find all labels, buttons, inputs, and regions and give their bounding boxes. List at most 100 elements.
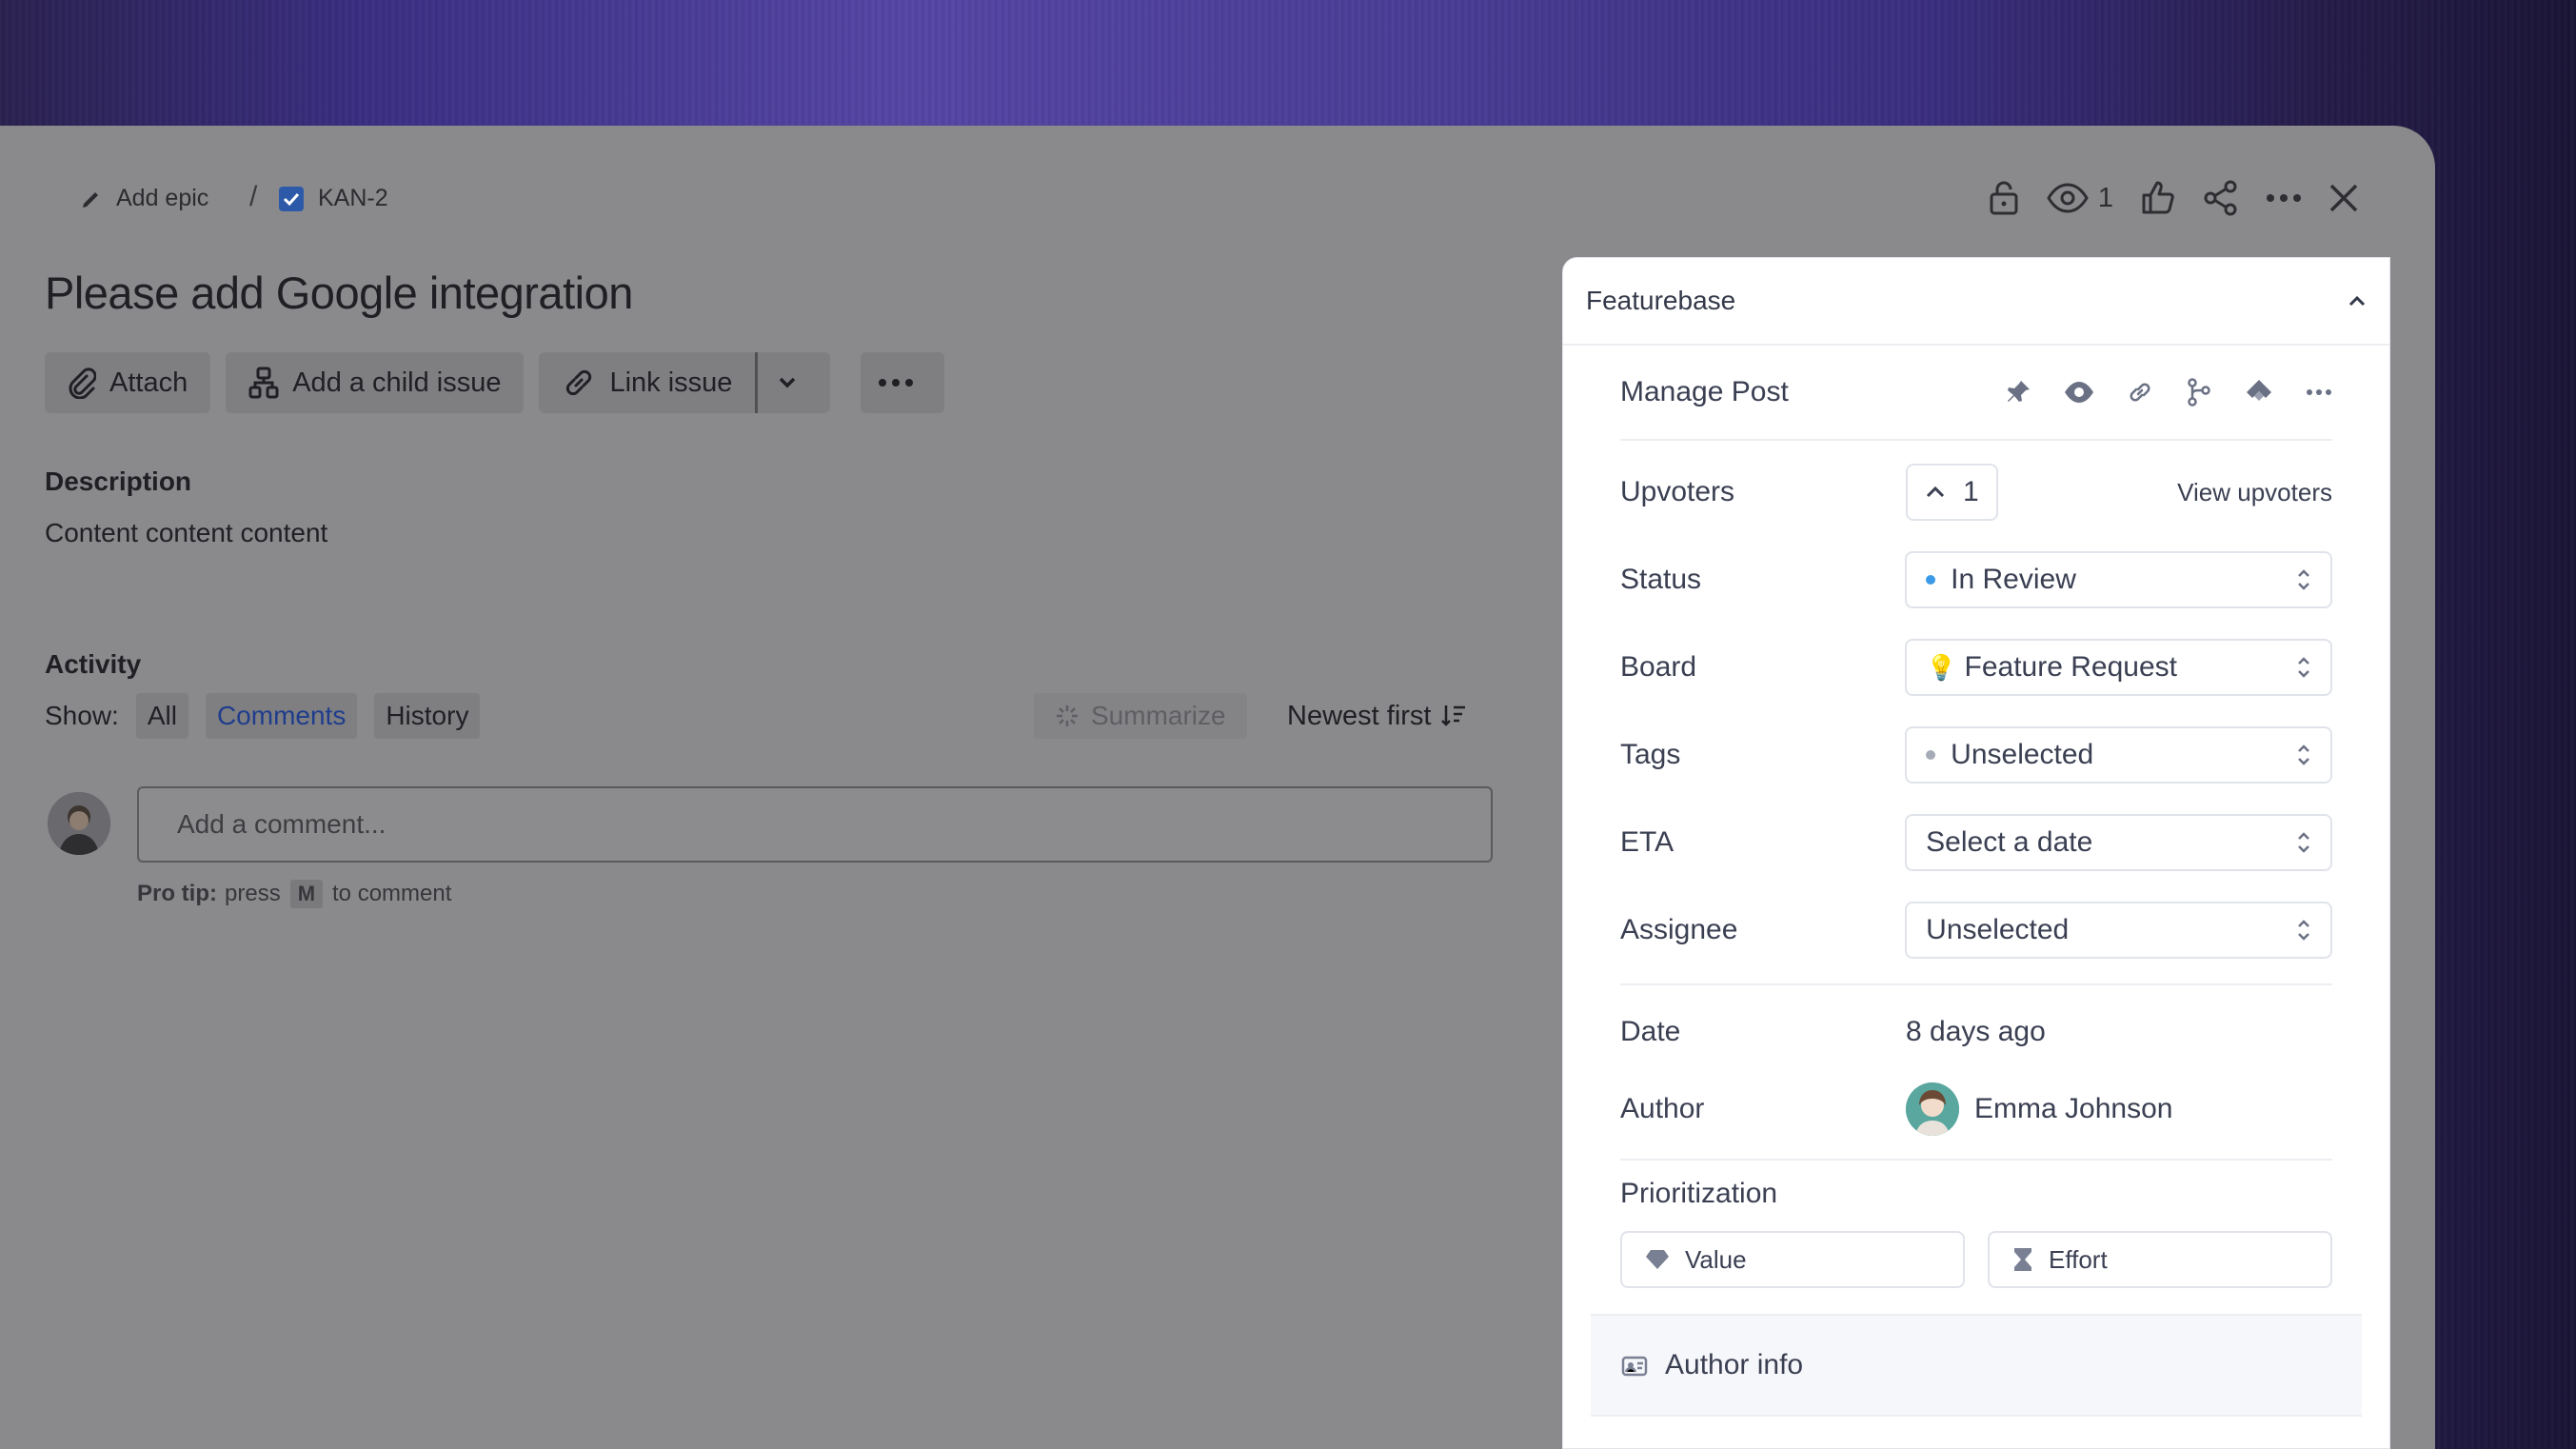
sort-toggle[interactable]: Newest first (1287, 693, 1467, 739)
issue-title[interactable]: Please add Google integration (45, 267, 633, 319)
status-select[interactable]: In Review (1905, 551, 2332, 608)
more-icon[interactable] (2306, 388, 2332, 396)
date-label: Date (1620, 1016, 1681, 1047)
header-actions: 1 (1961, 173, 2359, 223)
activity-filter-row: Show: All Comments History (45, 693, 481, 739)
protip-post: to comment (332, 881, 452, 906)
status-value: In Review (1951, 564, 2076, 595)
checkbox-icon (279, 186, 304, 211)
eye-icon[interactable] (2064, 381, 2094, 404)
eta-select[interactable]: Select a date (1905, 814, 2332, 871)
eta-label: ETA (1620, 826, 1674, 858)
lock-icon (1990, 181, 2018, 215)
filter-history[interactable]: History (374, 693, 481, 739)
activity-heading: Activity (45, 649, 142, 679)
ellipsis-icon (879, 379, 914, 387)
id-card-icon (1621, 1356, 1648, 1377)
effort-button[interactable]: Effort (1988, 1231, 2332, 1288)
summarize-label: Summarize (1091, 701, 1226, 730)
protip-bold: Pro tip: (137, 881, 217, 906)
tags-row: Tags Unselected (1620, 711, 2332, 799)
protip-pre: press (225, 881, 281, 906)
sort-icon (1441, 705, 1466, 726)
author-info-section[interactable]: Author info (1591, 1314, 2362, 1417)
manage-post-actions (1972, 378, 2332, 407)
upvote-button[interactable]: 1 (1906, 464, 1998, 521)
paperclip-icon (69, 367, 96, 399)
assignee-select[interactable]: Unselected (1905, 902, 2332, 959)
upvoters-row: Upvoters 1 View upvoters (1620, 448, 2332, 536)
updown-icon (2298, 832, 2309, 853)
current-user-avatar (48, 792, 110, 855)
hourglass-icon (2014, 1248, 2031, 1271)
merge-icon[interactable] (2186, 378, 2212, 407)
upvote-count: 1 (1963, 476, 1979, 507)
tags-select[interactable]: Unselected (1905, 726, 2332, 784)
breadcrumb-separator: / (249, 181, 258, 212)
jira-icon[interactable] (2245, 378, 2273, 407)
filter-comments[interactable]: Comments (205, 693, 358, 739)
chevron-up-icon (1926, 486, 1945, 498)
assignee-label: Assignee (1620, 914, 1738, 945)
close-button[interactable] (2328, 173, 2359, 223)
issue-key-link[interactable]: KAN-2 (278, 185, 388, 212)
watch-count: 1 (2097, 182, 2113, 213)
link-icon[interactable] (2127, 379, 2153, 406)
chevron-up-icon (2348, 295, 2366, 307)
author-info-label: Author info (1665, 1349, 1804, 1380)
featurebase-header[interactable]: Featurebase (1563, 258, 2389, 346)
board-select[interactable]: 💡 Feature Request (1905, 639, 2332, 696)
lock-button[interactable] (1988, 173, 2020, 223)
close-icon (2329, 184, 2358, 212)
divider (1620, 1159, 2332, 1161)
eye-icon (2047, 183, 2089, 213)
issue-key: KAN-2 (318, 185, 388, 211)
pencil-icon (83, 191, 98, 208)
chevron-down-icon (780, 377, 796, 388)
pin-icon[interactable] (2005, 379, 2031, 406)
filter-all[interactable]: All (135, 693, 188, 739)
eta-value: Select a date (1926, 826, 2093, 858)
status-dot (1926, 575, 1936, 585)
updown-icon (2298, 920, 2309, 941)
tags-dot (1926, 750, 1936, 760)
link-icon (566, 369, 592, 396)
attach-button[interactable]: Attach (45, 352, 211, 413)
more-issue-actions-button[interactable] (861, 352, 945, 413)
share-button[interactable] (2203, 173, 2239, 223)
link-issue-button[interactable]: Link issue (539, 352, 756, 413)
updown-icon (2298, 657, 2309, 678)
add-child-issue-button[interactable]: Add a child issue (226, 352, 525, 413)
more-actions-button[interactable] (2266, 173, 2302, 223)
assignee-value: Unselected (1926, 914, 2070, 945)
board-label: Board (1620, 651, 1697, 683)
date-value: 8 days ago (1906, 1016, 2046, 1047)
watch-button[interactable]: 1 (2047, 173, 2113, 223)
updown-icon (2298, 744, 2309, 765)
prioritization-label: Prioritization (1620, 1178, 1778, 1209)
manage-post-title: Manage Post (1620, 376, 1789, 407)
author-name[interactable]: Emma Johnson (1974, 1093, 2172, 1125)
author-avatar (1906, 1082, 1959, 1136)
view-upvoters-link[interactable]: View upvoters (2177, 478, 2332, 507)
lightbulb-icon: 💡 (1926, 652, 1957, 682)
gem-icon (1646, 1250, 1669, 1269)
add-epic-link[interactable]: Add epic (80, 185, 208, 212)
featurebase-title: Featurebase (1586, 286, 1736, 315)
prioritization-row: Value Effort (1620, 1231, 2332, 1288)
manage-post-row: Manage Post (1620, 346, 2332, 441)
like-button[interactable] (2140, 173, 2176, 223)
issue-action-row: Attach Add a child issue Link issue (45, 352, 960, 413)
comment-input[interactable]: Add a comment... (137, 786, 1493, 863)
board-row: Board 💡 Feature Request (1620, 624, 2332, 711)
eta-row: ETA Select a date (1620, 799, 2332, 886)
summarize-button[interactable]: Summarize (1034, 693, 1247, 739)
protip-key: M (289, 880, 324, 908)
status-label: Status (1620, 564, 1702, 595)
status-row: Status In Review (1620, 536, 2332, 624)
link-issue-dropdown[interactable] (755, 352, 831, 413)
featurebase-body: Manage Post Upvoters 1 View upvoters Sta… (1563, 346, 2389, 1288)
value-label: Value (1685, 1244, 1747, 1274)
description-text[interactable]: Content content content (45, 518, 327, 548)
value-button[interactable]: Value (1620, 1231, 1965, 1288)
